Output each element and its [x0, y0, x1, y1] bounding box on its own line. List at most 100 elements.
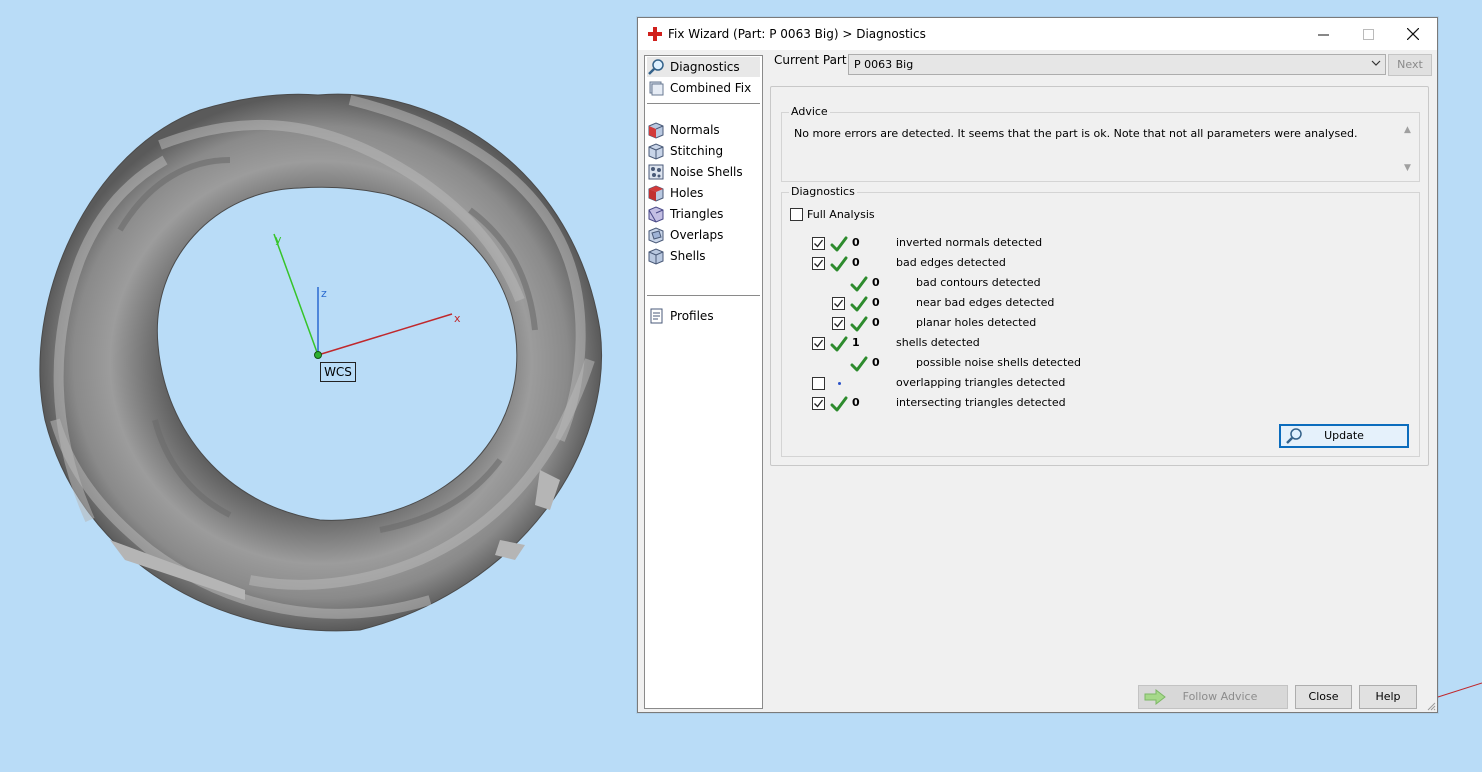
- shells-cube-icon: [648, 248, 664, 265]
- nav-separator: [647, 103, 760, 104]
- update-label: Update: [1324, 429, 1364, 442]
- diagnostic-label: intersecting triangles detected: [896, 396, 1066, 409]
- nav-item-label: Triangles: [670, 207, 724, 221]
- diagnostic-checkbox[interactable]: [812, 397, 825, 410]
- green-check-icon: [830, 255, 848, 273]
- diagnostic-checkbox[interactable]: [812, 377, 825, 390]
- diagnostic-count: 0: [872, 276, 880, 289]
- current-part-dropdown[interactable]: P 0063 Big: [848, 54, 1386, 75]
- current-part-value: P 0063 Big: [854, 58, 914, 71]
- green-check-icon: [850, 275, 868, 293]
- normals-cube-icon: [648, 122, 664, 139]
- noise-shells-icon: [648, 164, 664, 180]
- diagnostic-checkbox[interactable]: [812, 257, 825, 270]
- holes-cube-icon: [648, 185, 664, 202]
- axis-fragment: [1437, 682, 1482, 698]
- diagnostics-page: Advice No more errors are detected. It s…: [770, 86, 1429, 466]
- chevron-down-icon: [1371, 60, 1381, 66]
- green-check-icon: [830, 395, 848, 413]
- close-window-button[interactable]: [1390, 18, 1436, 50]
- advice-group: Advice No more errors are detected. It s…: [781, 105, 1420, 182]
- diagnostic-count: 0: [872, 296, 880, 309]
- diagnostic-checkbox[interactable]: [832, 317, 845, 330]
- diagnostic-count: 0: [872, 356, 880, 369]
- nav-item-label: Holes: [670, 186, 704, 200]
- magnifier-icon: [648, 59, 664, 75]
- nav-item-combined-fix[interactable]: Combined Fix: [647, 78, 760, 98]
- diagnostic-label: overlapping triangles detected: [896, 376, 1066, 389]
- nav-item-label: Normals: [670, 123, 720, 137]
- nav-item-diagnostics[interactable]: Diagnostics: [647, 57, 760, 77]
- diagnostic-label: bad edges detected: [896, 256, 1006, 269]
- diagnostic-row: 0 bad edges detected: [782, 256, 1382, 272]
- nav-item-label: Diagnostics: [670, 60, 740, 74]
- advice-title: Advice: [789, 105, 830, 118]
- nav-item-stitching[interactable]: Stitching: [647, 141, 760, 161]
- nav-item-noise-shells[interactable]: Noise Shells: [647, 162, 760, 182]
- diagnostic-checkbox[interactable]: [812, 337, 825, 350]
- diagnostic-label: bad contours detected: [916, 276, 1041, 289]
- minimize-button[interactable]: [1300, 18, 1346, 50]
- triangles-cube-icon: [648, 206, 664, 223]
- checkbox[interactable]: [790, 208, 803, 221]
- diagnostic-label: possible noise shells detected: [916, 356, 1082, 369]
- nav-item-triangles[interactable]: Triangles: [647, 204, 760, 224]
- nav-item-label: Overlaps: [670, 228, 724, 242]
- update-button[interactable]: Update: [1279, 424, 1409, 448]
- arrow-right-icon: [1144, 689, 1166, 705]
- minimize-icon: [1317, 34, 1329, 35]
- close-button[interactable]: Close: [1295, 685, 1352, 709]
- title-bar[interactable]: Fix Wizard (Part: P 0063 Big) > Diagnost…: [638, 18, 1437, 50]
- nav-item-profiles[interactable]: Profiles: [647, 306, 760, 326]
- overlaps-cube-icon: [648, 227, 664, 244]
- nav-item-holes[interactable]: Holes: [647, 183, 760, 203]
- close-icon: [1407, 28, 1419, 40]
- diagnostic-label: inverted normals detected: [896, 236, 1043, 249]
- nav-item-overlaps[interactable]: Overlaps: [647, 225, 760, 245]
- help-button[interactable]: Help: [1359, 685, 1417, 709]
- diagnostic-checkbox[interactable]: [812, 237, 825, 250]
- pending-dot-icon: [838, 382, 841, 385]
- nav-item-shells[interactable]: Shells: [647, 246, 760, 266]
- nav-item-label: Noise Shells: [670, 165, 743, 179]
- nav-item-label: Combined Fix: [670, 81, 752, 95]
- scroll-down-icon[interactable]: ▼: [1402, 163, 1413, 173]
- advice-text: No more errors are detected. It seems th…: [794, 127, 1358, 140]
- diagnostic-row: 0 possible noise shells detected: [782, 356, 1382, 372]
- dialog-title: Fix Wizard (Part: P 0063 Big) > Diagnost…: [668, 27, 926, 41]
- diagnostic-label: shells detected: [896, 336, 980, 349]
- current-part-label: Current Part:: [774, 53, 851, 67]
- diagnostic-count: 1: [852, 336, 860, 349]
- fix-wizard-dialog: Fix Wizard (Part: P 0063 Big) > Diagnost…: [637, 17, 1438, 713]
- green-check-icon: [850, 355, 868, 373]
- green-check-icon: [850, 295, 868, 313]
- full-analysis-checkbox[interactable]: Full Analysis: [790, 208, 875, 221]
- diagnostic-row: 1 shells detected: [782, 336, 1382, 352]
- wcs-axes: [273, 233, 453, 359]
- advice-scrollbar[interactable]: ▲ ▼: [1400, 125, 1415, 173]
- diagnostic-row: overlapping triangles detected: [782, 376, 1382, 392]
- wcs-label: WCS: [320, 362, 356, 382]
- nav-item-normals[interactable]: Normals: [647, 120, 760, 140]
- next-button[interactable]: Next: [1388, 54, 1432, 76]
- resize-grip-icon[interactable]: [1426, 701, 1436, 711]
- nav-item-label: Shells: [670, 249, 706, 263]
- nav-item-label: Profiles: [670, 309, 714, 323]
- stitching-cube-icon: [648, 143, 664, 160]
- y-axis-label: y: [275, 233, 282, 246]
- maximize-button[interactable]: [1345, 18, 1391, 50]
- green-check-icon: [830, 235, 848, 253]
- maximize-icon: [1362, 28, 1374, 40]
- follow-advice-label: Follow Advice: [1182, 690, 1258, 703]
- full-analysis-label: Full Analysis: [807, 208, 875, 221]
- red-cross-icon: [648, 27, 662, 41]
- scroll-up-icon[interactable]: ▲: [1402, 125, 1413, 135]
- nav-item-label: Stitching: [670, 144, 724, 158]
- x-axis-label: x: [454, 312, 461, 325]
- magnifier-icon: [1286, 428, 1302, 444]
- diagnostic-row: 0 bad contours detected: [782, 276, 1382, 292]
- combined-fix-icon: [649, 81, 664, 96]
- nav-separator: [647, 295, 760, 296]
- follow-advice-button[interactable]: Follow Advice: [1138, 685, 1288, 709]
- diagnostic-checkbox[interactable]: [832, 297, 845, 310]
